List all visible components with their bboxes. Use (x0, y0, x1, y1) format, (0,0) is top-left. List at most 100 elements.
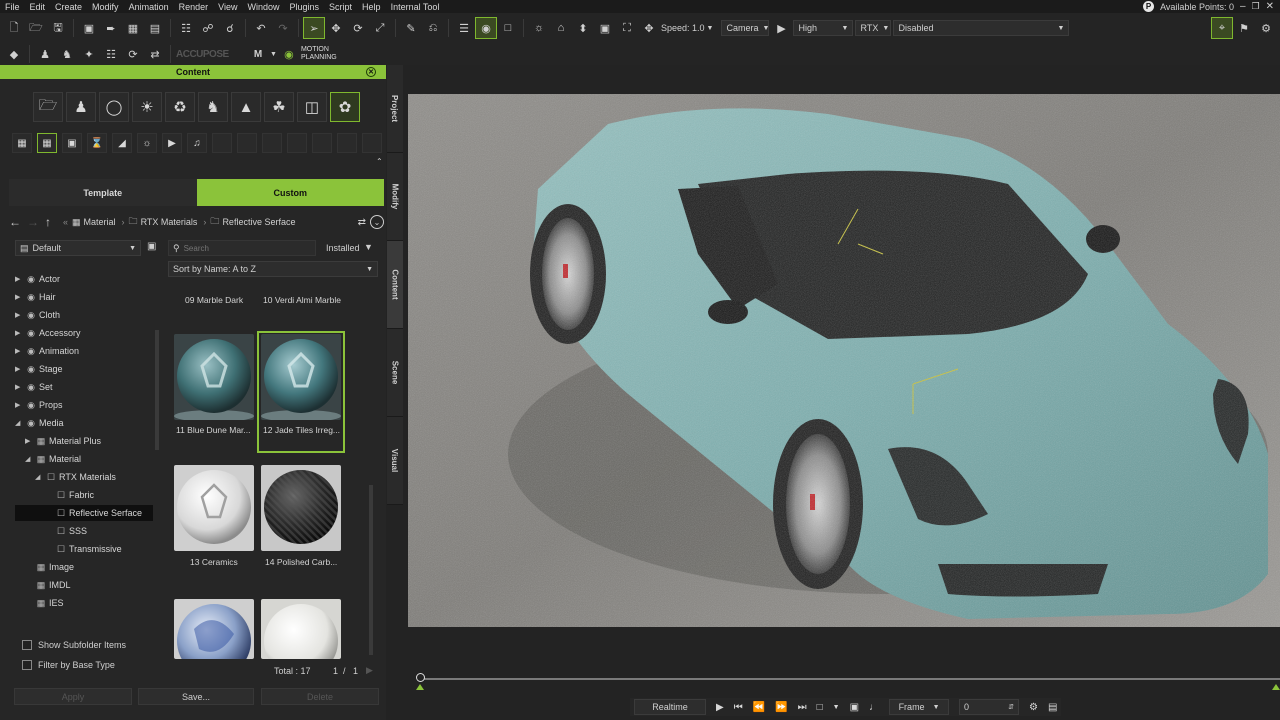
side-tab-project[interactable]: Project (387, 65, 403, 153)
actor-category-icon[interactable]: ♟ (66, 92, 96, 122)
tree-item[interactable]: ▶ ◉ Stage (15, 361, 63, 377)
cloth-category-icon[interactable]: ☀ (132, 92, 162, 122)
link-icon[interactable]: ☍ (198, 18, 218, 38)
timeline-track[interactable] (420, 678, 1280, 680)
rig-icon[interactable]: ♞ (57, 44, 77, 64)
crumb-material[interactable]: ▦ Material › (72, 217, 125, 228)
next-frame-icon[interactable]: ⏩ (775, 702, 787, 713)
delete-button[interactable]: Delete (261, 688, 379, 705)
realtime-button[interactable]: Realtime (634, 699, 706, 715)
tree-item[interactable]: ☐ Fabric (45, 487, 94, 503)
sort-dropdown[interactable]: Sort by Name: A to Z ▼ (168, 261, 378, 277)
tree-item[interactable]: ▦ IES (25, 595, 64, 611)
menu-modify[interactable]: Modify (87, 2, 124, 12)
loop-icon[interactable]: □ (817, 702, 823, 713)
tree-scrollbar[interactable] (155, 330, 159, 450)
installed-label[interactable]: Installed (326, 243, 360, 253)
prev-frame-icon[interactable]: ⏪ (753, 702, 765, 713)
up-arrow-icon[interactable]: ↑ (45, 215, 59, 229)
motion-planning-icon[interactable]: ◉ (279, 44, 299, 64)
material-thumb-ceramics[interactable] (174, 465, 254, 551)
goto-end-icon[interactable]: ⏭ (798, 702, 807, 713)
collapsed-arrow-icon[interactable]: ▶ (15, 401, 23, 409)
matrix-icon[interactable]: ☷ (101, 44, 121, 64)
dropdown-circle-icon[interactable]: ⌄ (370, 215, 384, 229)
chevron-down-icon[interactable]: ▼ (833, 704, 840, 711)
export-icon[interactable]: ➨ (101, 18, 121, 38)
frame-input[interactable]: 0 ⇵ (959, 699, 1020, 715)
motion-planning-label[interactable]: MOTION PLANNING (301, 46, 337, 62)
collapse-icon[interactable]: ⌃ (376, 157, 383, 166)
tag-icon[interactable]: ▣ (147, 241, 156, 252)
points-icon[interactable]: P (1143, 1, 1155, 12)
filter-base-checkbox[interactable] (22, 660, 32, 670)
forward-arrow-icon[interactable]: → (27, 215, 41, 229)
tree-item[interactable]: ◢ ☐ RTX Materials (35, 469, 116, 485)
accessory-category-icon[interactable]: ♻ (165, 92, 195, 122)
grid-toggle-icon[interactable]: ⌖ (1211, 17, 1233, 39)
crumb-rtx-materials[interactable]: 🗀 RTX Materials › (129, 214, 207, 230)
home-icon[interactable]: ⌂ (551, 18, 571, 38)
music-sub-icon[interactable]: ♫ (187, 133, 207, 153)
expanded-arrow-icon[interactable]: ◢ (25, 455, 33, 463)
flag-icon[interactable]: ⚑ (1234, 18, 1254, 38)
save-icon[interactable]: 🖫 (48, 18, 68, 38)
tree-item[interactable]: ▶ ◉ Accessory (15, 325, 81, 341)
fit-icon[interactable]: ⬍ (573, 18, 593, 38)
menu-animation[interactable]: Animation (124, 2, 174, 12)
select-tool-icon[interactable]: ➢ (303, 17, 325, 39)
grid-scrollbar[interactable] (369, 485, 373, 655)
checker-icon[interactable]: ▦ (12, 133, 32, 153)
save-button[interactable]: Save... (138, 688, 254, 705)
video-camera-icon[interactable]: ▶ (771, 18, 791, 38)
md-icon[interactable]: M (248, 44, 268, 64)
timeline-playhead[interactable] (416, 673, 425, 682)
bounding-box-icon[interactable]: □ (498, 18, 518, 38)
renderer-dropdown[interactable]: RTX ▼ (855, 20, 892, 36)
import-icon[interactable]: ▣ (79, 18, 99, 38)
material-thumb-polished-carbon[interactable] (261, 465, 341, 551)
collapsed-arrow-icon[interactable]: ▶ (15, 347, 23, 355)
search-field[interactable]: ⚲ (168, 240, 316, 256)
collapsed-arrow-icon[interactable]: ▶ (15, 293, 23, 301)
mode-dropdown[interactable]: Disabled ▼ (893, 20, 1070, 36)
accupose-button[interactable]: ACCUPOSE (176, 49, 246, 60)
speed-dropdown-icon[interactable]: ▼ (707, 25, 714, 32)
swap-icon[interactable]: ⇄ (358, 217, 366, 228)
collapsed-arrow-icon[interactable]: ▶ (15, 275, 23, 283)
menu-internal-tool[interactable]: Internal Tool (386, 2, 445, 12)
restore-icon[interactable]: ❐ (1252, 1, 1260, 12)
orbit-icon[interactable]: ✥ (639, 18, 659, 38)
tree-item[interactable]: ▶ ◉ Animation (15, 343, 79, 359)
camera-switch-icon[interactable]: ▣ (850, 702, 859, 713)
unlink-icon[interactable]: ☌ (220, 18, 240, 38)
tree-item[interactable]: ◢ ▦ Material (25, 451, 81, 467)
search-input[interactable] (183, 243, 304, 253)
align-tool-icon[interactable]: ⎌ (423, 18, 443, 38)
side-tab-scene[interactable]: Scene (387, 329, 403, 417)
expanded-arrow-icon[interactable]: ◢ (15, 419, 23, 427)
tree-item[interactable]: ▶ ◉ Props (15, 397, 63, 413)
menu-help[interactable]: Help (357, 2, 386, 12)
image-sub-icon[interactable]: ▣ (62, 133, 82, 153)
render-image-icon[interactable]: ▦ (123, 18, 143, 38)
tab-template[interactable]: Template (9, 179, 197, 206)
chevron-down-icon[interactable]: ▼ (270, 51, 277, 58)
music-icon[interactable]: ♩ (869, 702, 879, 713)
tree-item[interactable]: ☐ Reflective Serface (15, 505, 153, 521)
grid-select-icon[interactable]: ☷ (176, 18, 196, 38)
rotate-tool-icon[interactable]: ⟳ (348, 18, 368, 38)
camera-dropdown[interactable]: Camera ▼ (721, 20, 770, 36)
frame-icon[interactable]: ▣ (595, 18, 615, 38)
globe-sub-icon[interactable]: ☼ (137, 133, 157, 153)
collapsed-arrow-icon[interactable]: ▶ (15, 365, 23, 373)
menu-render[interactable]: Render (174, 2, 214, 12)
collapsed-arrow-icon[interactable]: ▶ (15, 383, 23, 391)
options-icon[interactable]: ⚙ (1256, 18, 1276, 38)
menu-plugins[interactable]: Plugins (285, 2, 325, 12)
settings-icon[interactable]: ⚙ (1029, 702, 1038, 713)
tree-item[interactable]: ▦ IMDL (25, 577, 71, 593)
material-thumb-jade-tiles[interactable] (261, 334, 341, 420)
ies-sub-icon[interactable]: ◢ (112, 133, 132, 153)
page-current[interactable]: 1 (333, 666, 338, 676)
